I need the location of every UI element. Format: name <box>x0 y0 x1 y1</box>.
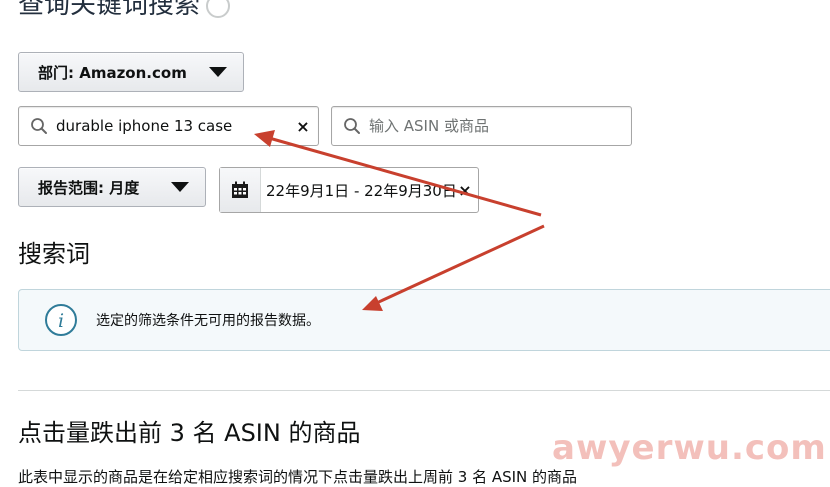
chevron-down-icon <box>209 67 227 77</box>
date-range-value[interactable]: 22年9月1日 - 22年9月30日 <box>261 168 458 212</box>
calendar-icon <box>232 181 248 198</box>
report-range-label: 报告范围: 月度 <box>38 178 140 197</box>
keyword-search-box[interactable]: × <box>18 106 319 146</box>
top-asin-description: 此表中显示的商品是在给定相应搜索词的情况下点击量跌出上周前 3 名 ASIN 的… <box>18 468 578 486</box>
search-icon <box>31 118 47 134</box>
watermark-text: awyerwu.com <box>552 428 827 468</box>
alert-message: 选定的筛选条件无可用的报告数据。 <box>96 313 320 329</box>
search-terms-heading: 搜索词 <box>18 240 90 268</box>
asin-search-box[interactable] <box>331 106 632 146</box>
top-asin-heading: 点击量跌出前 3 名 ASIN 的商品 <box>18 419 361 447</box>
keyword-search-input[interactable] <box>56 117 296 135</box>
section-divider <box>18 390 830 391</box>
title-info-icon[interactable] <box>206 0 231 18</box>
calendar-button[interactable] <box>220 168 261 212</box>
keyword-clear-icon[interactable]: × <box>296 117 310 136</box>
department-label: 部门: Amazon.com <box>38 63 187 82</box>
date-range-picker[interactable]: 22年9月1日 - 22年9月30日 × <box>219 167 479 213</box>
department-dropdown[interactable]: 部门: Amazon.com <box>18 52 244 92</box>
svg-text:i: i <box>58 310 64 332</box>
search-icon <box>344 118 360 134</box>
info-circle-icon: i <box>45 304 77 336</box>
no-data-alert: i 选定的筛选条件无可用的报告数据。 <box>18 289 830 351</box>
asin-search-input[interactable] <box>369 117 623 135</box>
page-title: 查询关键词搜索 <box>18 0 231 21</box>
report-range-dropdown[interactable]: 报告范围: 月度 <box>18 167 206 207</box>
chevron-down-icon <box>171 182 189 192</box>
date-clear-icon[interactable]: × <box>458 181 472 200</box>
